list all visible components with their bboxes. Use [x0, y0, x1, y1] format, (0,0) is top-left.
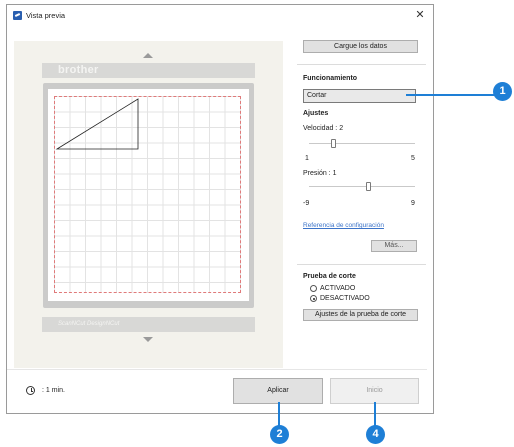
callout-2-line [278, 402, 280, 426]
operation-select[interactable]: Cortar [303, 89, 416, 103]
settings-title: Ajustes [303, 110, 329, 117]
footer-divider [7, 369, 427, 370]
clock-icon [26, 386, 35, 395]
test-cut-on-label: ACTIVADO [320, 285, 356, 292]
speed-label: Velocidad : 2 [303, 125, 344, 132]
scroll-up-arrow-icon[interactable] [143, 53, 153, 58]
divider-top [297, 64, 426, 65]
test-cut-off-label: DESACTIVADO [320, 295, 370, 302]
divider-bottom [297, 264, 426, 265]
more-button[interactable]: Más... [371, 240, 417, 252]
time-label: : 1 min. [42, 387, 65, 394]
title-bar: Vista previa ✕ [7, 5, 433, 27]
pressure-min: -9 [303, 200, 310, 207]
pressure-max: 9 [411, 200, 415, 207]
pattern-triangle[interactable] [54, 95, 144, 155]
app-icon [13, 11, 22, 20]
settings-reference-link[interactable]: Referencia de configuración [303, 222, 384, 229]
callout-2-badge: 2 [270, 425, 289, 444]
callout-4-badge: 4 [366, 425, 385, 444]
preview-area: brother ScanNCut DesignNCut [14, 41, 283, 368]
operation-value: Cortar [307, 92, 327, 99]
speed-min: 1 [305, 155, 309, 162]
speed-slider-track[interactable] [309, 143, 415, 144]
close-icon[interactable]: ✕ [413, 8, 427, 22]
test-cut-off-radio[interactable] [310, 295, 317, 302]
pressure-slider-track[interactable] [309, 186, 415, 187]
load-data-button[interactable]: Cargue los datos [303, 40, 418, 53]
start-button[interactable]: Inicio [330, 378, 419, 404]
test-cut-settings-button[interactable]: Ajustes de la prueba de corte [303, 309, 418, 321]
callout-1-badge: 1 [493, 82, 512, 101]
test-cut-on-radio[interactable] [310, 285, 317, 292]
brand-sub-logo: ScanNCut DesignNCut [58, 321, 120, 327]
pressure-slider-thumb[interactable] [366, 182, 371, 191]
operation-title: Funcionamiento [303, 75, 358, 82]
mat-surface [48, 89, 249, 301]
brand-logo: brother [58, 64, 99, 76]
scroll-down-arrow-icon[interactable] [143, 337, 153, 342]
cutting-mat [43, 83, 254, 308]
apply-button[interactable]: Aplicar [233, 378, 323, 404]
mat-footer-bar: ScanNCut DesignNCut [42, 317, 255, 332]
mat-header-bar: brother [42, 63, 255, 78]
speed-slider-thumb[interactable] [331, 139, 336, 148]
test-cut-title: Prueba de corte [303, 273, 356, 280]
callout-1-line [406, 94, 496, 96]
window-title: Vista previa [26, 11, 66, 20]
speed-max: 5 [411, 155, 415, 162]
pressure-label: Presión : 1 [303, 170, 337, 177]
callout-4-line [374, 402, 376, 426]
